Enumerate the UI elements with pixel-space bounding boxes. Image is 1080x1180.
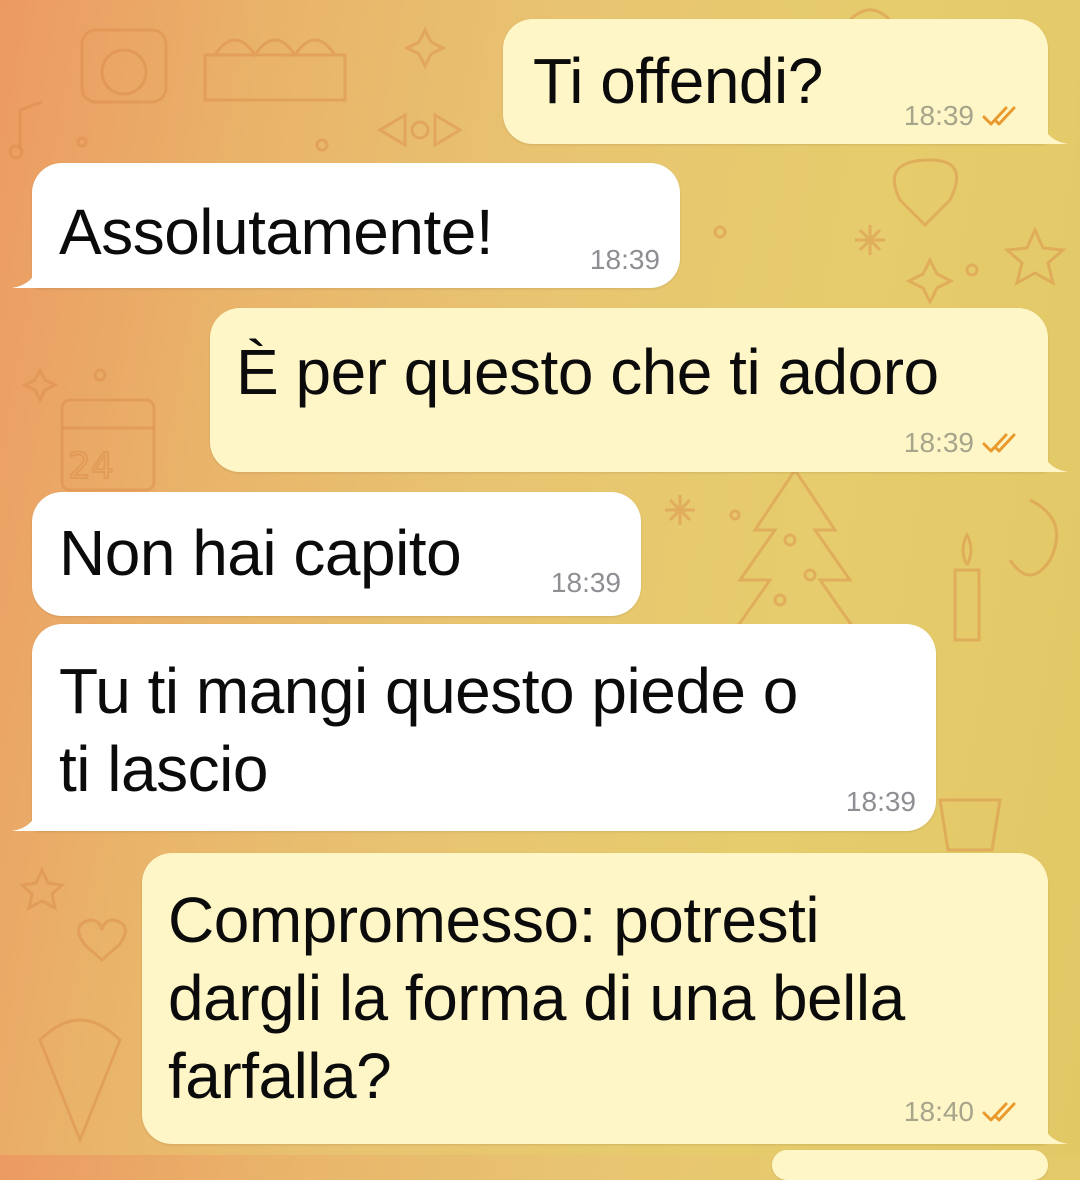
message-outgoing[interactable]: Compromesso: potresti dargli la forma di… — [142, 853, 1068, 1144]
message-time: 18:39 — [845, 786, 916, 817]
message-text: Assolutamente! — [59, 196, 494, 268]
bubble-tail — [12, 262, 38, 288]
message-meta: 18:39 — [846, 787, 916, 817]
message-meta: 18:39 — [904, 101, 1022, 131]
message-time: 18:39 — [589, 244, 660, 275]
message-meta: 18:39 — [904, 428, 1022, 458]
message-time: 18:39 — [903, 427, 974, 458]
bubble-tail — [1042, 1118, 1068, 1144]
message-meta: 18:40 — [904, 1097, 1022, 1127]
message-incoming[interactable]: Non hai capito 18:39 — [32, 492, 641, 616]
message-text: Non hai capito — [59, 517, 462, 589]
double-check-icon — [982, 106, 1016, 126]
double-check-icon — [982, 433, 1016, 453]
message-text: Ti offendi? — [533, 45, 823, 117]
double-check-icon — [982, 1102, 1016, 1122]
message-text: Compromesso: potresti dargli la forma di… — [168, 884, 905, 1112]
bubble-tail — [12, 805, 38, 831]
svg-text:24: 24 — [68, 446, 114, 487]
message-time: 18:39 — [550, 567, 621, 598]
message-meta: 18:39 — [590, 245, 660, 275]
message-incoming[interactable]: Assolutamente! 18:39 — [12, 163, 680, 288]
message-time: 18:39 — [903, 100, 974, 131]
message-time: 18:40 — [903, 1096, 974, 1127]
bubble-tail — [1042, 118, 1068, 144]
message-text: È per questo che ti adoro — [236, 336, 939, 408]
message-outgoing[interactable]: È per questo che ti adoro 18:39 — [210, 308, 1068, 472]
message-outgoing[interactable]: Ti offendi? 18:39 — [503, 19, 1068, 144]
message-text: Tu ti mangi questo piede o ti lascio — [59, 655, 798, 805]
bubble-tail — [1042, 446, 1068, 472]
message-incoming[interactable]: Tu ti mangi questo piede o ti lascio 18:… — [12, 624, 936, 831]
message-meta: 18:39 — [551, 568, 621, 598]
